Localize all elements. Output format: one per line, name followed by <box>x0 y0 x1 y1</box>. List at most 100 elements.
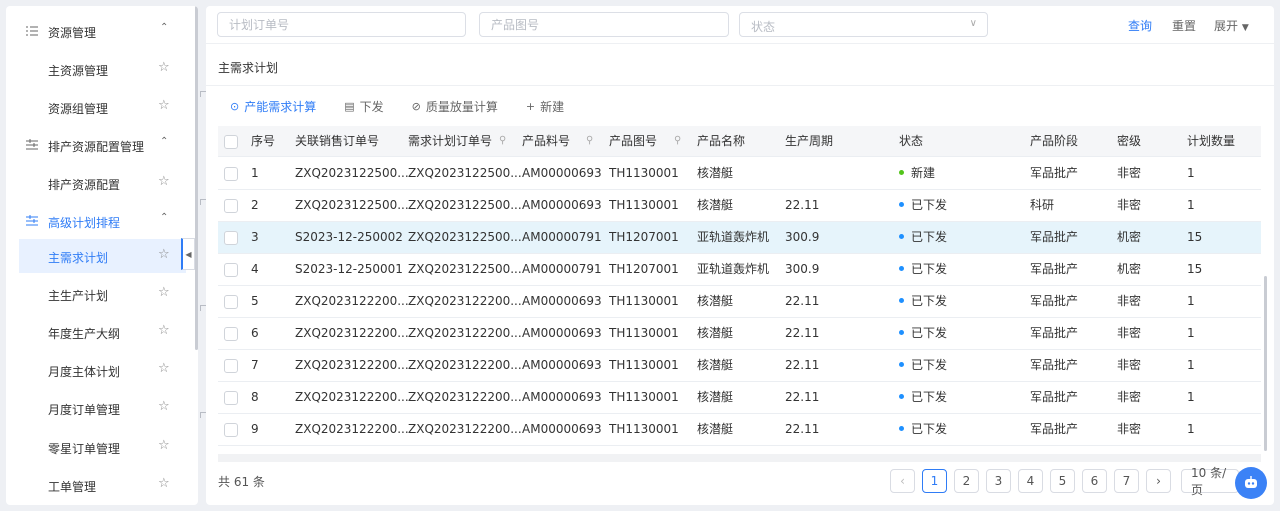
sidebar-item-master-demand-plan[interactable]: 主需求计划 ☆ <box>19 239 186 273</box>
sidebar-item-resource-group[interactable]: 资源组管理 ☆ <box>6 90 192 124</box>
star-icon[interactable]: ☆ <box>158 247 170 262</box>
table-cell: ZXQ2023122200... <box>408 358 522 372</box>
table-row[interactable]: 9 ZXQ2023122200... ZXQ2023122200... AM00000… <box>218 414 1261 446</box>
quality-calc-button[interactable]: ⊘ 质量放量计算 <box>412 98 498 115</box>
prev-page-button[interactable]: ‹ <box>890 469 915 493</box>
page-size-select[interactable]: 10 条/页 <box>1181 466 1239 497</box>
page-button[interactable]: 4 <box>1018 469 1043 493</box>
star-icon[interactable]: ☆ <box>158 361 170 376</box>
table-cell: 1 <box>1187 166 1195 180</box>
sidebar-item-main-resource[interactable]: 主资源管理 ☆ <box>6 52 192 86</box>
sidebar-scrollbar[interactable] <box>195 6 198 350</box>
capacity-calc-button[interactable]: ⊙ 产能需求计算 <box>230 98 316 115</box>
page-button[interactable]: 7 <box>1114 469 1139 493</box>
table-cell: ZXQ2023122200... <box>408 326 522 340</box>
status-dot <box>899 362 904 367</box>
product-drawing-input[interactable] <box>479 12 729 37</box>
page-button[interactable]: 1 <box>922 469 947 493</box>
table-row[interactable]: 5 ZXQ2023122200... ZXQ2023122200... AM00000… <box>218 286 1261 318</box>
star-icon[interactable]: ☆ <box>158 60 170 75</box>
row-checkbox[interactable] <box>224 263 238 277</box>
table-cell: 300.9 <box>785 230 820 244</box>
chevron-up-icon: ⌃ <box>160 136 169 147</box>
table-cell: ZXQ2023122200... <box>408 390 522 404</box>
row-checkbox[interactable] <box>224 327 238 341</box>
table-cell: ZXQ2023122200... <box>295 390 409 404</box>
row-checkbox[interactable] <box>224 295 238 309</box>
page-button[interactable]: 5 <box>1050 469 1075 493</box>
table-row[interactable]: 6 ZXQ2023122200... ZXQ2023122200... AM00000… <box>218 318 1261 350</box>
table-row[interactable]: 1 ZXQ2023122500... ZXQ2023122500... AM00000… <box>218 158 1261 190</box>
sidebar-item-master-production-plan[interactable]: 主生产计划 ☆ <box>6 277 192 311</box>
sidebar-group-scheduling-config[interactable]: 排产资源配置管理 ⌃ <box>6 128 192 162</box>
table-cell: 军品批产 <box>1030 166 1079 180</box>
document-icon: ▤ <box>344 99 355 113</box>
page-button[interactable]: 2 <box>954 469 979 493</box>
row-checkbox[interactable] <box>224 167 238 181</box>
sidebar-item-label: 主资源管理 <box>48 64 109 78</box>
search-icon[interactable]: ⚲ <box>499 135 506 146</box>
search-icon[interactable]: ⚲ <box>586 135 593 146</box>
table-vertical-scrollbar[interactable] <box>1264 276 1267 451</box>
sidebar-item-annual-outline[interactable]: 年度生产大纲 ☆ <box>6 315 192 349</box>
assistant-bot-icon[interactable] <box>1235 467 1267 499</box>
table-row[interactable]: 4 S2023-12-250001 ZXQ2023122500... AM000007… <box>218 254 1261 286</box>
table-cell: AM00000693 <box>522 294 602 308</box>
row-checkbox[interactable] <box>224 359 238 373</box>
status-text: 已下发 <box>911 390 948 404</box>
query-button[interactable]: 查询 <box>1128 17 1152 34</box>
select-all-checkbox[interactable] <box>224 135 238 149</box>
row-checkbox[interactable] <box>224 199 238 213</box>
sidebar-group-advanced-planning[interactable]: 高级计划排程 ⌃ <box>6 204 192 238</box>
expand-button[interactable]: 展开 ▼ <box>1214 17 1249 34</box>
table-cell: ZXQ2023122200... <box>295 326 409 340</box>
create-button[interactable]: + 新建 <box>526 98 564 115</box>
expand-label: 展开 <box>1214 19 1239 33</box>
sidebar-item-label: 工单管理 <box>48 480 97 494</box>
next-page-button[interactable]: › <box>1146 469 1171 493</box>
header-cell: 产品图号 <box>609 134 658 148</box>
table-cell: 核潜艇 <box>697 166 734 180</box>
sidebar-collapse-toggle[interactable]: ◀ <box>181 238 195 270</box>
table-cell: 机密 <box>1117 230 1142 244</box>
search-icon[interactable]: ⚲ <box>674 135 681 146</box>
issue-label: 下发 <box>359 99 384 114</box>
table-row[interactable]: 3 S2023-12-250002 ZXQ2023122500... AM000007… <box>218 222 1261 254</box>
table-cell: ZXQ2023122200... <box>295 358 409 372</box>
status-dot <box>899 298 904 303</box>
table-horizontal-scrollbar[interactable] <box>218 454 1261 462</box>
status-select[interactable]: 状态 ∨ <box>739 12 988 37</box>
plan-order-input[interactable] <box>217 12 466 37</box>
table-cell: 核潜艇 <box>697 422 734 436</box>
page-button[interactable]: 6 <box>1082 469 1107 493</box>
status-dot <box>899 394 904 399</box>
table-row[interactable]: 7 ZXQ2023122200... ZXQ2023122200... AM00000… <box>218 350 1261 382</box>
star-icon[interactable]: ☆ <box>158 438 170 453</box>
sidebar-item-monthly-master-plan[interactable]: 月度主体计划 ☆ <box>6 353 192 387</box>
sidebar-group-resource[interactable]: 资源管理 ⌃ <box>6 14 192 48</box>
sidebar-item-monthly-orders[interactable]: 月度订单管理 ☆ <box>6 391 192 425</box>
chevron-right-icon: › <box>1156 474 1161 488</box>
sidebar-item-scheduling-config[interactable]: 排产资源配置 ☆ <box>6 166 192 200</box>
sidebar-item-label: 月度订单管理 <box>48 403 121 417</box>
sidebar-item-work-orders[interactable]: 工单管理 ☆ <box>6 468 192 502</box>
page-button[interactable]: 3 <box>986 469 1011 493</box>
reset-button[interactable]: 重置 <box>1172 17 1196 34</box>
table-row[interactable]: 2 ZXQ2023122500... ZXQ2023122500... AM00000… <box>218 190 1261 222</box>
sidebar-item-sporadic-orders[interactable]: 零星订单管理 ☆ <box>6 430 192 464</box>
star-icon[interactable]: ☆ <box>158 174 170 189</box>
table-header: 序号 关联销售订单号 需求计划订单号 ⚲ 产品料号 ⚲ 产品图号 ⚲ 产品名称 … <box>218 126 1261 157</box>
star-icon[interactable]: ☆ <box>158 323 170 338</box>
row-checkbox[interactable] <box>224 391 238 405</box>
row-checkbox[interactable] <box>224 423 238 437</box>
table-row[interactable]: 8 ZXQ2023122200... ZXQ2023122200... AM00000… <box>218 382 1261 414</box>
row-checkbox[interactable] <box>224 231 238 245</box>
star-icon[interactable]: ☆ <box>158 399 170 414</box>
table-cell: 非密 <box>1117 166 1142 180</box>
star-icon[interactable]: ☆ <box>158 476 170 491</box>
table-cell: TH1130001 <box>609 198 679 212</box>
star-icon[interactable]: ☆ <box>158 98 170 113</box>
issue-button[interactable]: ▤ 下发 <box>344 98 383 115</box>
table-cell: AM00000693 <box>522 198 602 212</box>
star-icon[interactable]: ☆ <box>158 285 170 300</box>
